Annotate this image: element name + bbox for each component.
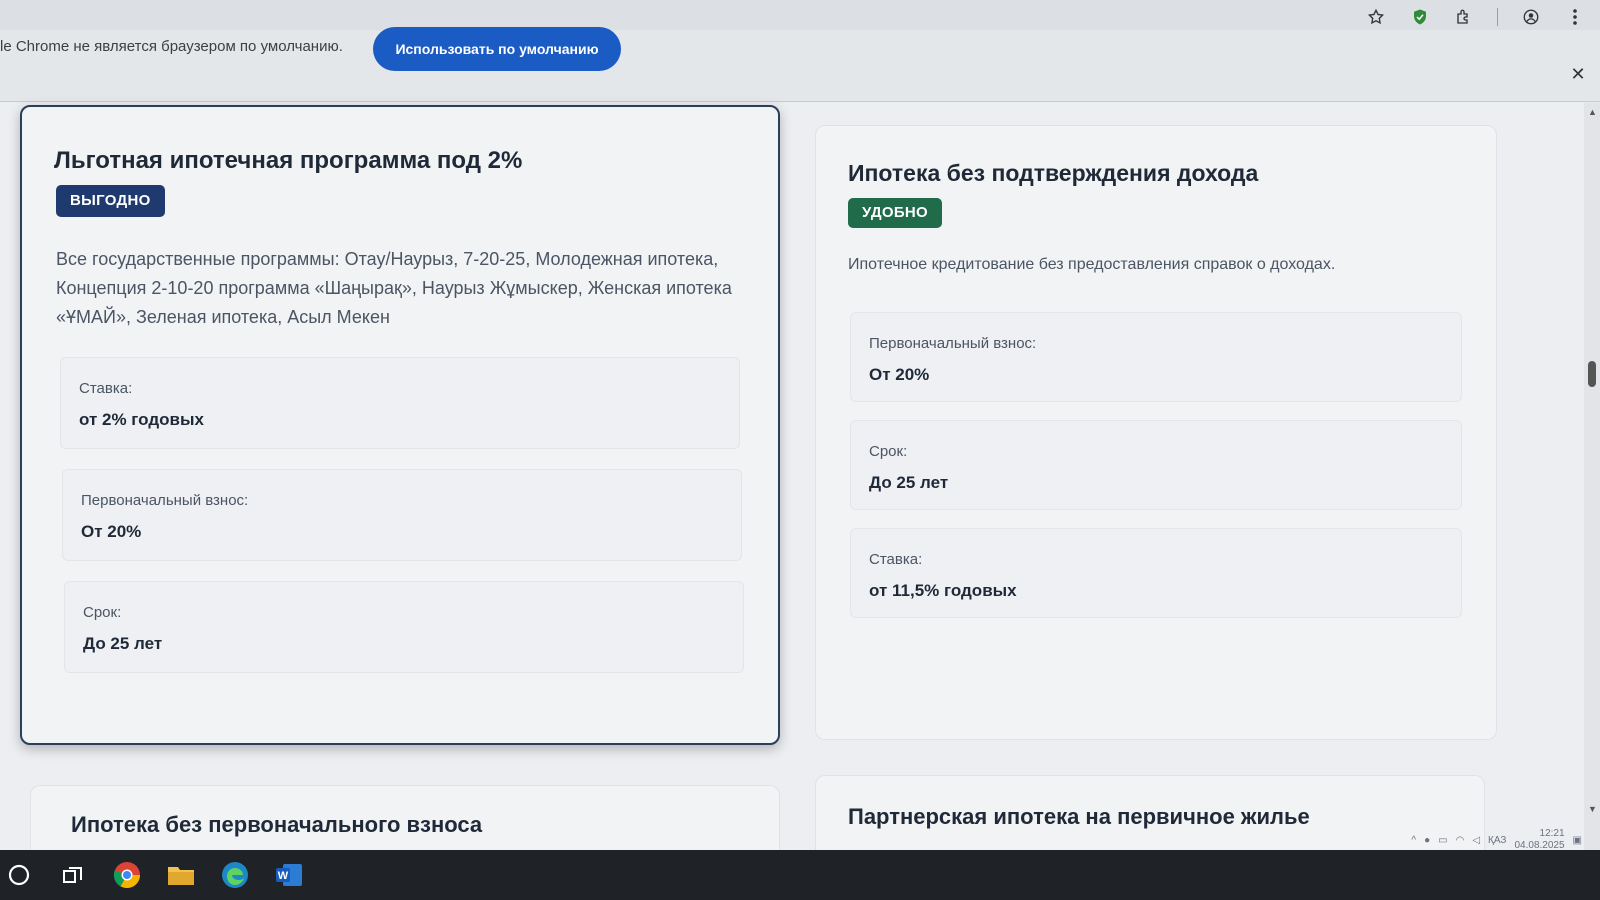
- info-label: Первоначальный взнос:: [869, 335, 1037, 352]
- info-label: Срок:: [869, 443, 908, 460]
- info-label: Первоначальный взнос:: [81, 492, 249, 509]
- task-view-icon[interactable]: [58, 860, 88, 890]
- language-indicator[interactable]: ҚАЗ: [1488, 835, 1506, 846]
- system-tray: ^ ● ▭ ◠ ◁ ҚАЗ 12:21 04.08.2025 ▣: [1411, 828, 1582, 852]
- info-value: от 2% годовых: [79, 410, 204, 429]
- toolbar-separator: [1497, 8, 1498, 26]
- badge-convenient: УДОБНО: [848, 198, 943, 228]
- mortgage-card-no-income-proof[interactable]: Ипотека без подтверждения дохода УДОБНО …: [815, 125, 1497, 740]
- profile-icon[interactable]: [1520, 6, 1542, 28]
- info-value: До 25 лет: [869, 473, 949, 492]
- badge-profitable: ВЫГОДНО: [56, 185, 165, 217]
- scroll-up-icon[interactable]: ▲: [1588, 107, 1597, 117]
- battery-icon[interactable]: ▭: [1438, 835, 1447, 846]
- menu-icon[interactable]: [1564, 6, 1586, 28]
- browser-toolbar: [0, 0, 1600, 30]
- shield-icon[interactable]: [1409, 6, 1431, 28]
- info-value: От 20%: [81, 522, 142, 541]
- volume-icon[interactable]: ◁: [1472, 835, 1480, 846]
- infobar-message: le Chrome не является браузером по умолч…: [0, 38, 343, 55]
- clock-time: 12:21: [1539, 828, 1565, 839]
- card-title: Ипотека без первоначального взноса: [71, 812, 483, 837]
- info-box-down-payment: Первоначальный взнос: От 20%: [850, 312, 1462, 402]
- info-box-down-payment: Первоначальный взнос: От 20%: [62, 469, 742, 561]
- info-box-term: Срок: До 25 лет: [850, 420, 1462, 510]
- chrome-icon[interactable]: [112, 860, 142, 890]
- extensions-icon[interactable]: [1453, 6, 1475, 28]
- info-value: от 11,5% годовых: [869, 581, 1017, 600]
- close-icon[interactable]: ✕: [1568, 64, 1588, 84]
- vertical-scrollbar[interactable]: ▲ ▼: [1584, 103, 1600, 850]
- card-title: Льготная ипотечная программа под 2%: [54, 147, 523, 174]
- search-icon[interactable]: [4, 860, 34, 890]
- edge-icon[interactable]: [220, 860, 250, 890]
- info-label: Ставка:: [869, 551, 923, 568]
- scroll-thumb[interactable]: [1588, 361, 1596, 387]
- info-value: От 20%: [869, 365, 930, 384]
- location-icon[interactable]: ●: [1424, 835, 1430, 846]
- clock[interactable]: 12:21 04.08.2025: [1514, 828, 1564, 852]
- taskbar: W: [0, 850, 1600, 900]
- info-value: До 25 лет: [83, 634, 163, 653]
- info-label: Срок:: [83, 604, 122, 621]
- card-title: Партнерская ипотека на первичное жилье: [848, 804, 1310, 829]
- mortgage-card-partner-primary-housing[interactable]: Партнерская ипотека на первичное жилье: [815, 775, 1485, 850]
- info-label: Ставка:: [79, 380, 133, 397]
- set-default-button[interactable]: Использовать по умолчанию: [373, 27, 621, 71]
- toolbar-icons: [1365, 6, 1600, 28]
- card-description: Ипотечное кредитование без предоставлени…: [848, 256, 1336, 273]
- mortgage-card-no-down-payment[interactable]: Ипотека без первоначального взноса: [30, 785, 780, 850]
- default-browser-infobar: le Chrome не является браузером по умолч…: [0, 27, 1600, 102]
- wifi-icon[interactable]: ◠: [1456, 835, 1465, 846]
- star-icon[interactable]: [1365, 6, 1387, 28]
- notifications-icon[interactable]: ▣: [1573, 835, 1582, 846]
- scroll-down-icon[interactable]: ▼: [1588, 804, 1597, 814]
- info-box-term: Срок: До 25 лет: [64, 581, 744, 673]
- card-title: Ипотека без подтверждения дохода: [848, 160, 1259, 186]
- info-box-rate: Ставка: от 11,5% годовых: [850, 528, 1462, 618]
- card-description: Все государственные программы: Отау/Наур…: [56, 249, 732, 327]
- word-icon[interactable]: W: [274, 860, 304, 890]
- mortgage-card-preferential[interactable]: Льготная ипотечная программа под 2% ВЫГО…: [20, 105, 780, 745]
- chevron-up-icon[interactable]: ^: [1411, 835, 1416, 846]
- svg-text:W: W: [278, 870, 289, 882]
- file-explorer-icon[interactable]: [166, 860, 196, 890]
- info-box-rate: Ставка: от 2% годовых: [60, 357, 740, 449]
